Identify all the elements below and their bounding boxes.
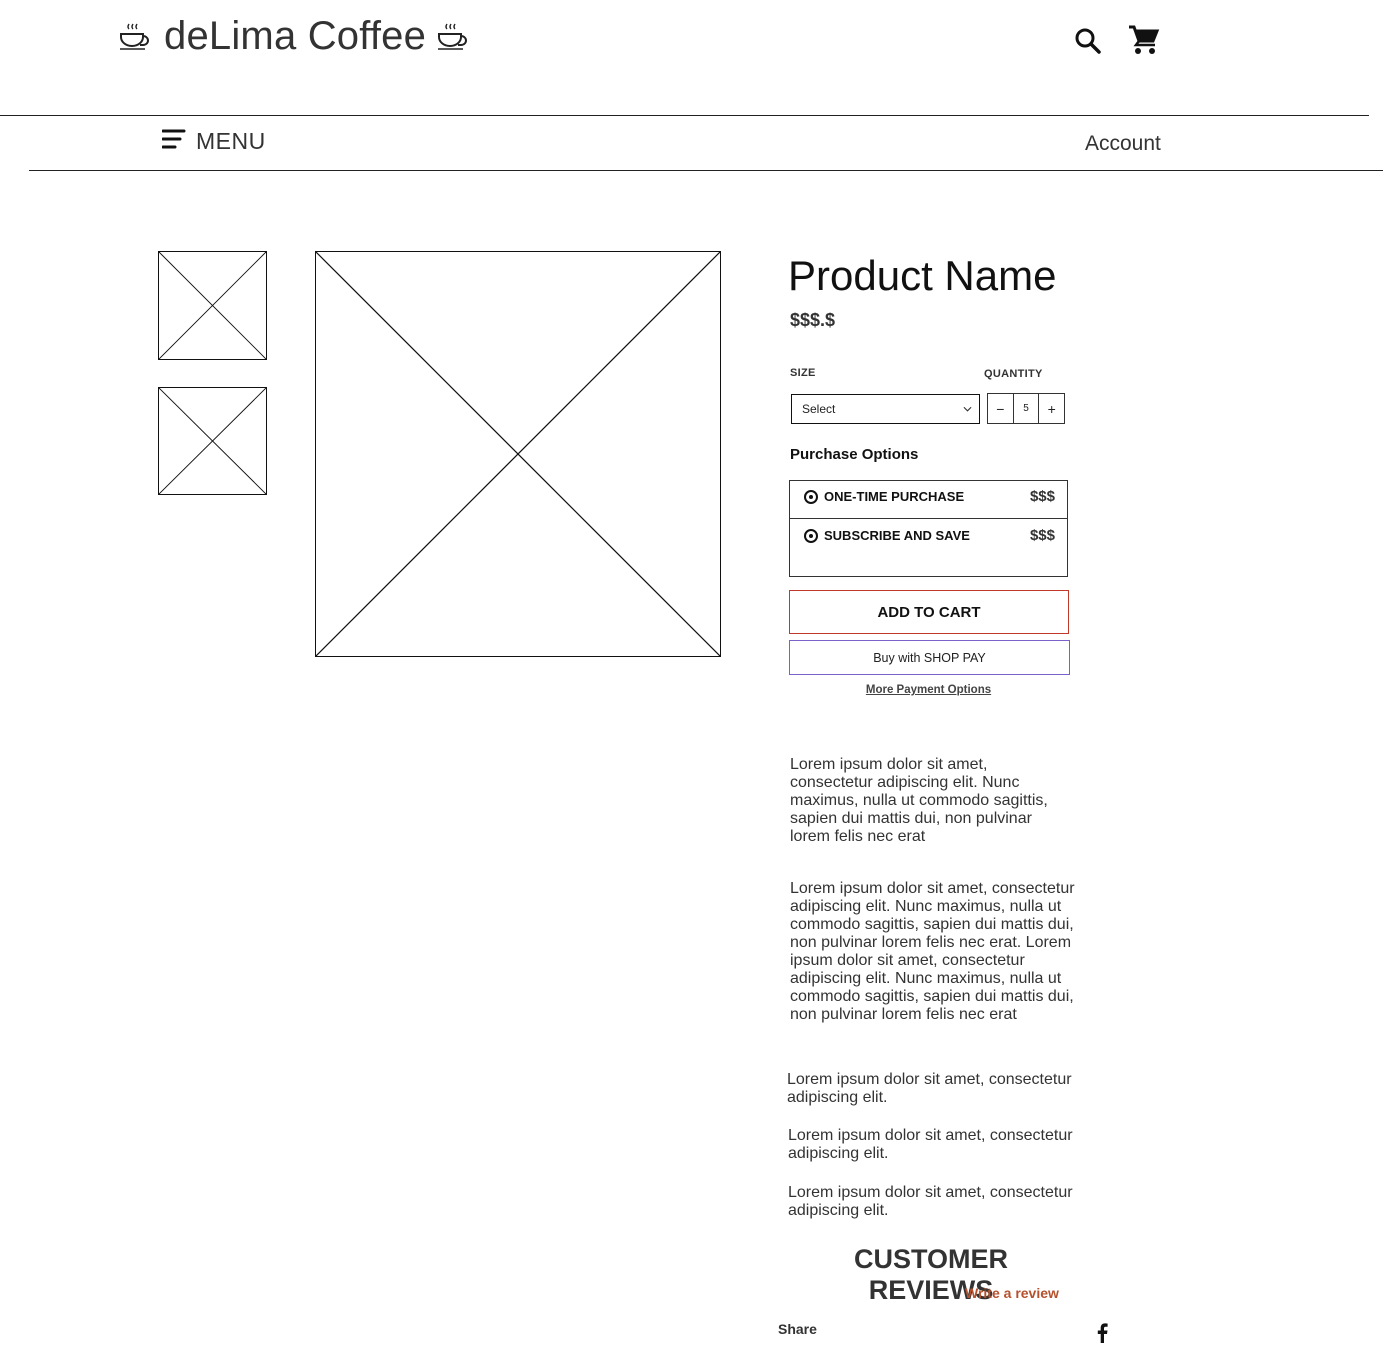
purchase-options-title: Purchase Options [790, 446, 919, 463]
product-thumbnail[interactable] [158, 251, 267, 360]
purchase-option-price: $$$ [1029, 488, 1055, 505]
account-link[interactable]: Account [1085, 132, 1161, 156]
quantity-label: QUANTITY [984, 368, 1043, 380]
purchase-options-divider [790, 518, 1067, 519]
quantity-value[interactable]: 5 [1012, 394, 1040, 423]
share-label: Share [778, 1321, 817, 1337]
chevron-down-icon [955, 404, 979, 415]
more-payment-options-link[interactable]: More Payment Options [789, 684, 1068, 696]
product-name: Product Name [788, 252, 1057, 299]
facebook-icon[interactable] [1096, 1323, 1108, 1343]
product-thumbnail[interactable] [158, 387, 267, 495]
menu-label: MENU [196, 128, 266, 154]
hamburger-icon [161, 128, 186, 155]
description-paragraph: Lorem ipsum dolor sit amet, consectetur … [788, 1184, 1073, 1219]
header-divider [0, 115, 1369, 116]
store-logo[interactable]: deLima Coffee [118, 14, 472, 59]
description-paragraph: Lorem ipsum dolor sit amet, consectetur … [790, 756, 1048, 845]
product-price: $$$.$ [790, 310, 836, 330]
purchase-options-box: ONE-TIME PURCHASE $$$ SUBSCRIBE AND SAVE… [789, 480, 1068, 577]
search-icon[interactable] [1071, 24, 1105, 58]
radio-selected-icon [804, 528, 818, 543]
coffee-cup-icon [118, 22, 154, 52]
menu-button[interactable]: MENU [161, 128, 266, 155]
size-label: SIZE [790, 367, 816, 379]
write-review-link[interactable]: Write a review [965, 1285, 1059, 1301]
description-paragraph: Lorem ipsum dolor sit amet, consectetur … [790, 880, 1075, 1023]
description-paragraph: Lorem ipsum dolor sit amet, consectetur … [788, 1127, 1073, 1162]
quantity-decrement-button[interactable]: − [988, 394, 1013, 423]
purchase-option-label: ONE-TIME PURCHASE [824, 489, 965, 504]
store-name: deLima Coffee [164, 14, 427, 58]
product-main-image [315, 251, 721, 657]
coffee-cup-icon [436, 22, 472, 52]
quantity-increment-button[interactable]: + [1039, 394, 1064, 423]
add-to-cart-button[interactable]: ADD TO CART [789, 590, 1069, 634]
description-paragraph: Lorem ipsum dolor sit amet, consectetur … [787, 1071, 1072, 1106]
nav-divider [29, 170, 1383, 171]
subscribe-and-save-option[interactable]: SUBSCRIBE AND SAVE $$$ [790, 527, 1067, 544]
size-select[interactable]: Select [791, 394, 980, 424]
cart-icon[interactable] [1126, 22, 1160, 56]
size-select-value: Select [802, 402, 836, 416]
one-time-purchase-option[interactable]: ONE-TIME PURCHASE $$$ [790, 488, 1067, 505]
shop-pay-button[interactable]: Buy with SHOP PAY [789, 640, 1070, 675]
purchase-option-price: $$$ [1029, 527, 1055, 544]
purchase-option-label: SUBSCRIBE AND SAVE [824, 528, 970, 543]
radio-selected-icon [804, 489, 818, 504]
quantity-stepper[interactable]: − 5 + [987, 393, 1065, 424]
